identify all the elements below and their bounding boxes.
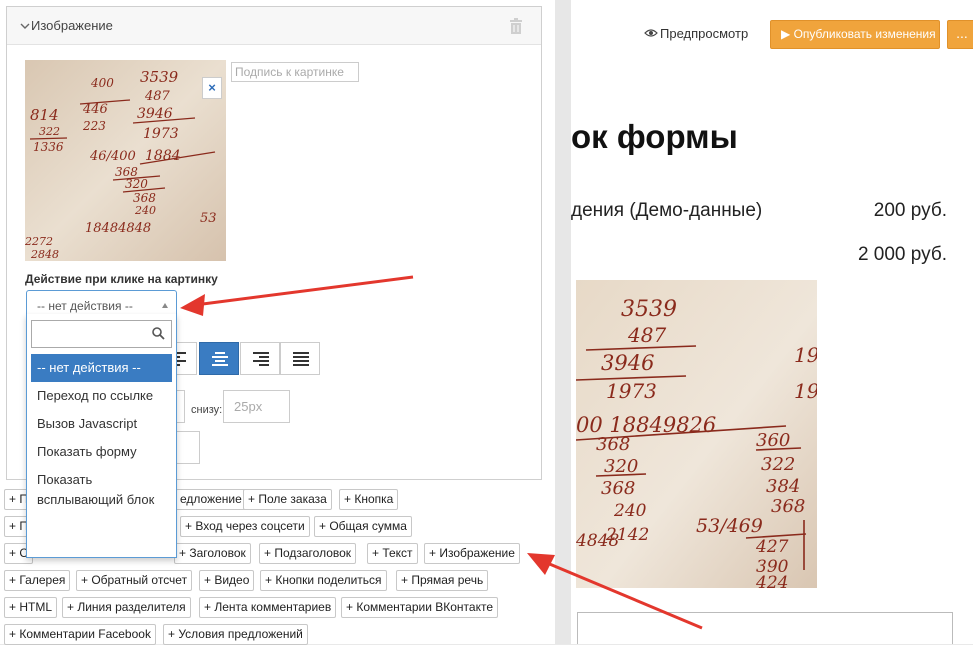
click-action-label: Действие при клике на картинку	[25, 272, 218, 286]
form-title: ок формы	[571, 118, 738, 155]
panel-header[interactable]: Изображение	[7, 7, 541, 45]
product-price: 200 руб.	[873, 200, 947, 221]
svg-text:427: 427	[755, 537, 789, 557]
add-block-chip[interactable]: + Заголовок	[174, 543, 251, 564]
svg-text:360: 360	[756, 430, 790, 451]
svg-text:53/469: 53/469	[696, 515, 763, 537]
svg-text:487: 487	[144, 89, 171, 104]
svg-text:3539: 3539	[621, 297, 677, 322]
product-name: дения (Демо-данные)	[571, 200, 763, 221]
svg-text:18484848: 18484848	[85, 221, 151, 236]
svg-text:424: 424	[755, 573, 788, 588]
svg-text:2848: 2848	[30, 248, 59, 261]
image-caption-input[interactable]	[231, 62, 359, 82]
svg-text:384: 384	[766, 476, 800, 497]
caret-up-icon	[162, 303, 168, 308]
add-block-chip[interactable]: + Линия разделителя	[62, 597, 191, 618]
preview-image[interactable]: 3539 487 3946 19 1973 00 18849826 19 360…	[576, 280, 817, 588]
svg-text:19: 19	[794, 379, 817, 403]
add-block-chip[interactable]: + Видео	[199, 570, 255, 591]
add-block-chip[interactable]: + Кнопки поделиться	[260, 570, 387, 591]
dropdown-option[interactable]: Показать форму	[31, 438, 172, 466]
align-center-button[interactable]	[199, 342, 239, 375]
add-block-chip[interactable]: едложение	[176, 489, 247, 510]
page-preview: Предпросмотр ▶ Опубликовать изменения ..…	[571, 0, 973, 644]
image-thumbnail[interactable]: 3539 400 487 446 3946 814 223 1973 322 1…	[25, 60, 226, 261]
remove-image-button[interactable]: ×	[202, 77, 222, 99]
chevron-down-icon[interactable]	[19, 20, 31, 32]
product-row: дения (Демо-данные) 200 руб.	[571, 200, 947, 224]
svg-text:1973: 1973	[606, 379, 657, 403]
svg-text:1884: 1884	[145, 148, 181, 164]
svg-text:240: 240	[134, 204, 156, 217]
editor-sidebar: Изображение 3539 400 487 446 3946 814 22…	[0, 0, 555, 645]
add-block-chip[interactable]: + HTML	[4, 597, 58, 618]
add-block-chip[interactable]: + Поле заказа	[243, 489, 332, 510]
preview-next-block	[577, 612, 953, 644]
click-action-selected-value: -- нет действия --	[37, 299, 133, 313]
svg-text:3946: 3946	[601, 351, 654, 375]
add-block-chip[interactable]: + Кнопка	[339, 489, 399, 510]
svg-text:1973: 1973	[143, 126, 179, 142]
panel-title: Изображение	[31, 18, 113, 33]
svg-text:1336: 1336	[33, 140, 64, 154]
padding-bottom-label: снизу:	[191, 404, 223, 416]
svg-text:322: 322	[39, 125, 60, 138]
dropdown-option[interactable]: Переход по ссылке	[31, 382, 172, 410]
svg-text:2272: 2272	[25, 235, 53, 248]
svg-text:400: 400	[90, 76, 114, 90]
add-block-chip[interactable]: + Комментарии ВКонтакте	[341, 597, 499, 618]
dropdown-option[interactable]: -- нет действия --	[31, 354, 172, 382]
svg-text:814: 814	[30, 106, 59, 124]
add-block-chip[interactable]: + Прямая речь	[396, 570, 489, 591]
svg-text:368: 368	[771, 496, 805, 517]
add-block-chip[interactable]: + Подзаголовок	[259, 543, 357, 564]
svg-text:4848: 4848	[576, 531, 619, 551]
dropdown-options: -- нет действия -- Переход по ссылке Выз…	[31, 354, 172, 514]
svg-text:46/400: 46/400	[89, 149, 136, 164]
svg-text:368: 368	[133, 191, 156, 205]
panel-divider[interactable]	[555, 0, 571, 644]
align-justify-icon	[293, 352, 309, 366]
svg-text:446: 446	[82, 102, 108, 117]
svg-text:223: 223	[82, 119, 106, 133]
svg-text:19: 19	[794, 343, 817, 367]
add-block-chip[interactable]: + Общая сумма	[314, 516, 412, 537]
eye-icon[interactable]	[644, 28, 658, 38]
svg-text:3539: 3539	[140, 68, 179, 86]
add-block-chip[interactable]: + Обратный отсчет	[76, 570, 193, 591]
add-block-chip[interactable]: + Изображение	[424, 543, 520, 564]
align-center-icon	[212, 352, 228, 366]
add-block-chip[interactable]: + Комментарии Facebook	[4, 624, 156, 645]
dropdown-option[interactable]: Вызов Javascript	[31, 410, 172, 438]
preview-button[interactable]: Предпросмотр	[660, 26, 748, 41]
svg-text:487: 487	[627, 323, 666, 347]
svg-text:53: 53	[200, 211, 217, 226]
dropdown-option[interactable]: Показать всплывающий блок	[31, 466, 172, 514]
search-icon	[152, 327, 165, 340]
svg-text:368: 368	[601, 478, 635, 499]
add-block-chip[interactable]: + Текст	[367, 543, 418, 564]
svg-text:240: 240	[613, 501, 647, 521]
dropdown-search-input[interactable]	[31, 320, 172, 348]
click-action-dropdown: -- нет действия -- Переход по ссылке Выз…	[26, 314, 177, 558]
trash-icon[interactable]	[509, 18, 523, 34]
add-block-chip[interactable]: + Вход через соцсети	[180, 516, 310, 537]
publish-more-button[interactable]: ...	[947, 20, 973, 49]
add-block-chip[interactable]: + Лента комментариев	[199, 597, 337, 618]
publish-changes-button[interactable]: ▶ Опубликовать изменения	[770, 20, 940, 49]
svg-text:322: 322	[761, 454, 795, 475]
product-row: 2 000 руб.	[571, 244, 947, 268]
add-block-chip[interactable]: + Галерея	[4, 570, 71, 591]
align-justify-button[interactable]	[280, 342, 320, 375]
padding-bottom-input[interactable]	[223, 390, 290, 423]
add-block-chip[interactable]: + Условия предложений	[163, 624, 308, 645]
align-right-icon	[253, 352, 269, 366]
align-right-button[interactable]	[240, 342, 280, 375]
product-price: 2 000 руб.	[857, 244, 947, 265]
